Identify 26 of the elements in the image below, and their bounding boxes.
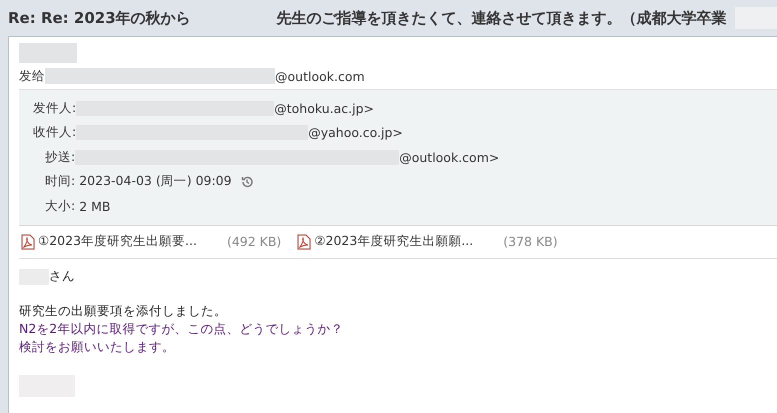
field-label: 收件人: [33, 124, 76, 142]
field-value: @tohoku.ac.jp> [274, 100, 374, 116]
field-value: @yahoo.co.jp> [308, 125, 403, 140]
field-value: 2023-04-03 (周一) 09:09 [79, 173, 232, 190]
body-text: 検討をお願いいたします。 [19, 339, 175, 356]
pdf-icon [21, 234, 35, 250]
greeting-text: さん [49, 268, 75, 285]
body-text: N2を2年以内に取得ですが、この点、どうでしょうか？ [19, 321, 344, 338]
field-label: 时间: [45, 173, 76, 190]
sent-to-label: 发给 [19, 68, 45, 84]
field-label: 发件人: [33, 100, 76, 117]
attachment-link[interactable]: ②2023年度研究生出願願... [297, 233, 474, 250]
redaction-block [19, 43, 77, 63]
history-icon[interactable] [240, 174, 254, 189]
attachment-size: (492 KB) [226, 234, 282, 249]
pdf-icon [297, 234, 312, 250]
field-label: 抄送: [45, 148, 76, 166]
attachment-link[interactable]: ①2023年度研究生出願要... [21, 233, 197, 250]
field-value: @outlook.com> [399, 150, 500, 165]
recipient-address: @outlook.com [275, 68, 365, 84]
field-label: 大小: [45, 198, 76, 215]
body-text: 研究生の出願要項を添付しました。 [19, 303, 227, 320]
email-subject: 先生のご指導を頂きたくて、連絡させて頂きます。（成都大学卒業 [276, 8, 727, 28]
email-subject: Re: Re: 2023年の秋から [8, 8, 191, 28]
attachment-size: (378 KB) [503, 234, 558, 249]
field-value: 2 MB [79, 198, 111, 214]
